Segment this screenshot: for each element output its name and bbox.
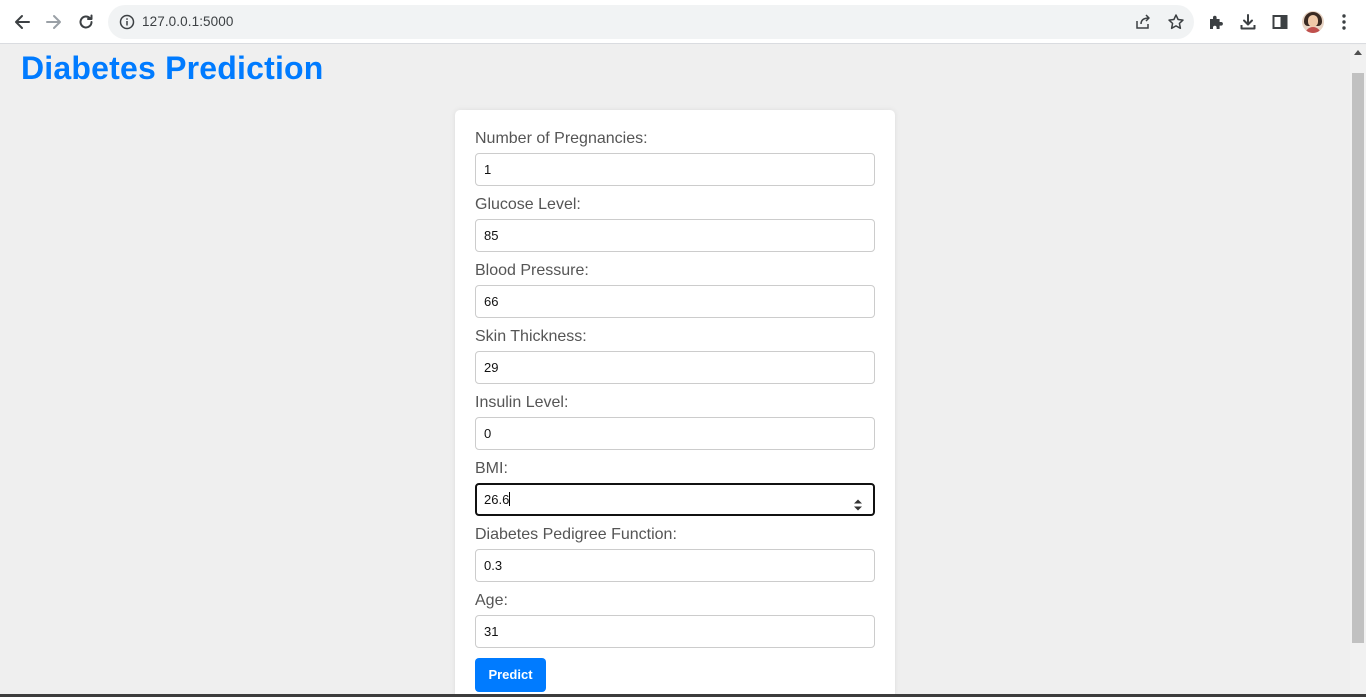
pedigree-label: Diabetes Pedigree Function: <box>475 526 677 543</box>
browser-toolbar: 127.0.0.1:5000 <box>0 0 1366 44</box>
insulin-input[interactable]: 0 <box>475 417 875 450</box>
blood-pressure-input[interactable]: 66 <box>475 285 875 318</box>
bookmark-star-icon[interactable] <box>1167 13 1185 31</box>
share-icon[interactable] <box>1134 13 1152 31</box>
pedigree-input[interactable]: 0.3 <box>475 549 875 582</box>
blood-pressure-label: Blood Pressure: <box>475 262 589 279</box>
pregnancies-input[interactable]: 1 <box>475 153 875 186</box>
scroll-up-arrow-icon[interactable] <box>1354 50 1362 55</box>
forward-arrow-icon[interactable] <box>42 10 66 34</box>
url-text[interactable]: 127.0.0.1:5000 <box>142 14 233 29</box>
side-panel-icon[interactable] <box>1270 12 1290 32</box>
scroll-thumb[interactable] <box>1352 73 1364 643</box>
age-input[interactable]: 31 <box>475 615 875 648</box>
extensions-puzzle-icon[interactable] <box>1206 12 1226 32</box>
address-bar[interactable]: 127.0.0.1:5000 <box>108 5 1194 39</box>
age-label: Age: <box>475 592 508 609</box>
back-arrow-icon[interactable] <box>10 10 34 34</box>
predict-button[interactable]: Predict <box>475 658 546 692</box>
glucose-input[interactable]: 85 <box>475 219 875 252</box>
bmi-label: BMI: <box>475 460 508 477</box>
glucose-label: Glucose Level: <box>475 196 581 213</box>
profile-avatar[interactable] <box>1302 11 1324 33</box>
page-content: Diabetes Prediction Number of Pregnancie… <box>0 45 1350 697</box>
number-spinner-icon[interactable] <box>853 493 863 511</box>
prediction-form: Number of Pregnancies: 1 Glucose Level: … <box>455 110 895 697</box>
text-caret <box>509 492 511 506</box>
skin-thickness-input[interactable]: 29 <box>475 351 875 384</box>
insulin-label: Insulin Level: <box>475 394 569 411</box>
bmi-input[interactable]: 26.6 <box>475 483 875 516</box>
reload-icon[interactable] <box>74 10 98 34</box>
download-icon[interactable] <box>1238 12 1258 32</box>
pregnancies-label: Number of Pregnancies: <box>475 130 648 147</box>
vertical-scrollbar[interactable] <box>1350 45 1366 697</box>
info-icon[interactable] <box>119 14 135 30</box>
bmi-value: 26.6 <box>484 492 510 507</box>
skin-thickness-label: Skin Thickness: <box>475 328 587 345</box>
page-title: Diabetes Prediction <box>21 50 324 86</box>
kebab-menu-icon[interactable] <box>1334 12 1354 32</box>
